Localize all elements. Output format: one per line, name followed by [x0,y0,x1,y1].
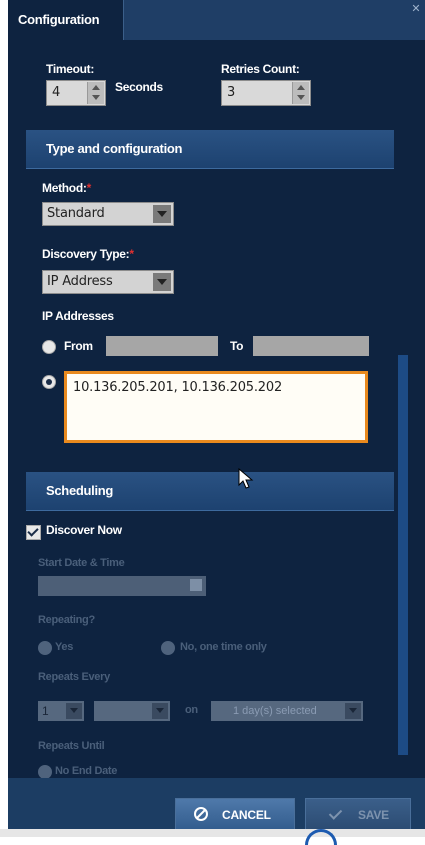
discover-now-checkbox[interactable] [26,525,41,540]
discover-now-label: Discover Now [46,523,122,537]
discovery-type-label-text: Discovery Type: [42,247,130,261]
start-date-label: Start Date & Time [38,557,125,569]
repeating-no-radio[interactable] [161,641,175,655]
no-end-date-radio[interactable] [38,765,52,779]
retries-stepper[interactable]: 3 [221,80,311,106]
repeating-yes-radio[interactable] [38,641,52,655]
bottom-strip [0,829,425,845]
retries-value: 3 [227,85,236,100]
required-marker: * [86,181,92,195]
discovery-type-label: Discovery Type:* [42,247,134,261]
checkmark-icon [328,806,343,820]
repeats-every-value: 1 [42,704,49,718]
repeats-every-label: Repeats Every [38,671,110,683]
to-input[interactable] [253,336,369,356]
tab-label: Configuration [18,12,100,27]
save-label: SAVE [358,808,389,822]
section-title: Type and configuration [46,141,183,156]
repeats-unit-select[interactable] [94,701,170,721]
stepper-arrows-icon[interactable] [292,82,309,104]
type-configuration-header: Type and configuration [26,130,394,169]
to-label: To [230,339,244,353]
cancel-icon [194,807,208,821]
chevron-down-icon[interactable] [153,205,171,223]
method-value: Standard [47,206,105,221]
cancel-button[interactable]: CANCEL [175,798,295,830]
stepper-arrows-icon[interactable] [87,82,104,104]
loading-ring-icon [305,829,337,845]
from-label: From [64,339,93,353]
tab-bar: Configuration ✕ [8,0,425,40]
timeout-unit: Seconds [115,80,163,94]
ip-list-value: 10.136.205.201, 10.136.205.202 [73,380,283,395]
mouse-cursor-icon [238,468,254,489]
no-end-date-label: No End Date [55,765,118,777]
method-label-text: Method: [42,181,87,195]
configuration-panel: Configuration ✕ Timeout: 4 Seconds Retri… [8,0,425,837]
repeats-every-stepper[interactable]: 1 [38,701,84,721]
repeats-until-label: Repeats Until [38,740,105,752]
on-label: on [185,704,198,716]
method-label: Method:* [42,181,91,195]
close-icon[interactable]: ✕ [409,2,423,16]
calendar-icon[interactable] [190,579,202,591]
start-date-input[interactable] [38,576,206,596]
cancel-label: CANCEL [222,808,271,822]
repeating-yes-label: Yes [55,641,74,653]
days-selected-value: 1 day(s) selected [233,705,317,717]
from-radio[interactable] [42,340,56,354]
discovery-type-value: IP Address [47,274,113,289]
stepper-arrows-icon[interactable] [66,703,82,719]
retries-label: Retries Count: [221,62,300,76]
from-input[interactable] [106,336,218,356]
ip-list-radio[interactable] [42,375,56,389]
chevron-down-icon[interactable] [345,703,361,719]
method-select[interactable]: Standard [42,202,174,226]
repeating-no-label: No, one time only [180,641,267,653]
ip-list-textarea[interactable]: 10.136.205.201, 10.136.205.202 [64,371,368,443]
repeating-label: Repeating? [38,614,95,626]
chevron-down-icon[interactable] [152,703,168,719]
days-select[interactable]: 1 day(s) selected [211,701,363,721]
timeout-stepper[interactable]: 4 [46,80,106,106]
required-marker: * [129,247,134,261]
timeout-label: Timeout: [46,62,95,76]
save-button[interactable]: SAVE [305,798,411,830]
scrollbar[interactable] [398,355,408,755]
discovery-type-select[interactable]: IP Address [42,270,174,294]
section-title: Scheduling [46,483,114,498]
ip-addresses-label: IP Addresses [42,309,114,323]
tab-configuration[interactable]: Configuration [8,0,124,40]
chevron-down-icon[interactable] [153,273,171,291]
timeout-value: 4 [52,85,61,100]
scheduling-header: Scheduling [26,472,394,511]
